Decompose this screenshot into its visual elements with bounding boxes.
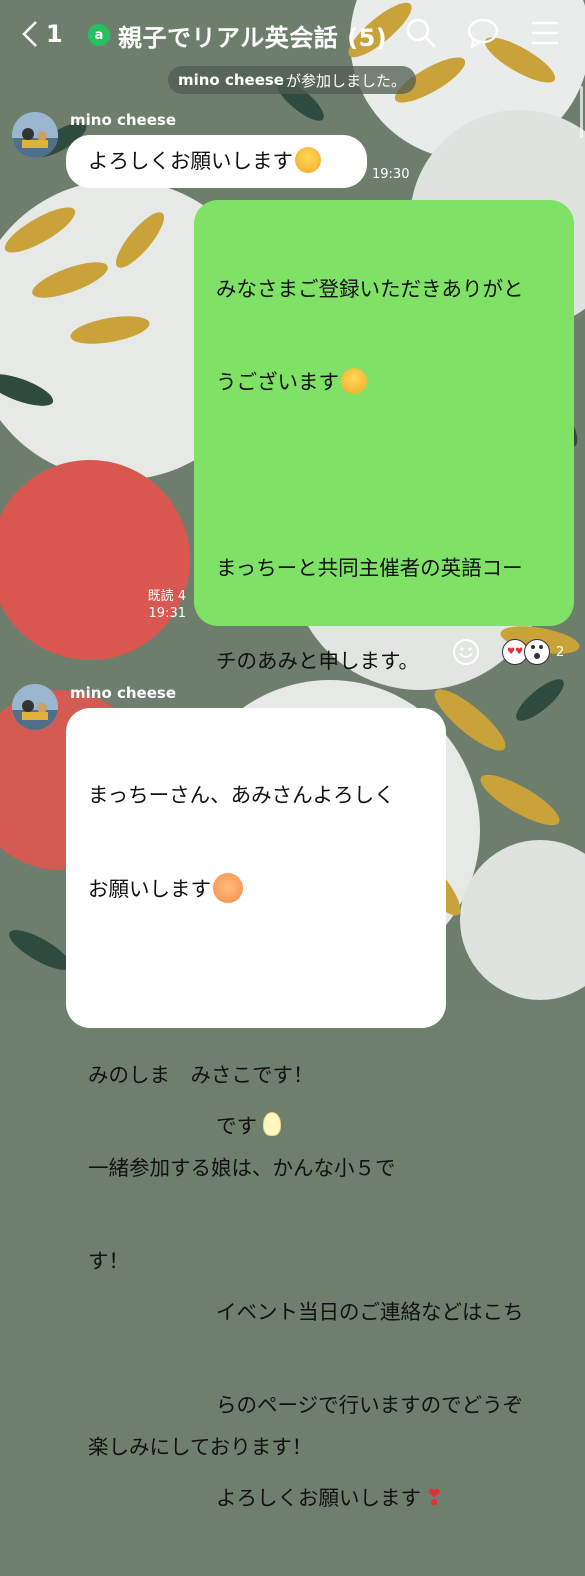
avatar[interactable] [12, 112, 58, 158]
system-message-text: が参加しました。 [285, 71, 406, 90]
system-message: mino cheese が参加しました。 [168, 66, 416, 94]
call-chat-icon[interactable] [466, 16, 500, 50]
chat-title-area[interactable]: a 親子でリアル英会話 (5) [88, 18, 387, 52]
message-line: うございます [216, 367, 524, 398]
message-line: 楽しみにしております！ [88, 1435, 313, 1459]
message-text: よろしくお願いします [88, 149, 293, 173]
avatar-photo [12, 112, 58, 158]
reaction-count: 2 [556, 644, 565, 660]
reactions-summary[interactable]: ♥♥ 2 [502, 638, 564, 666]
unread-count: 1 [46, 20, 63, 48]
add-reaction-icon[interactable] [452, 638, 480, 666]
sender-name: mino cheese [70, 111, 176, 129]
back-button[interactable]: 1 [20, 16, 70, 52]
message-line: お願いします [88, 873, 396, 905]
chat-header: 1 a 親子でリアル英会話 (5) [0, 0, 585, 68]
message-line: まっちーと共同主催者の英語コー [216, 556, 523, 580]
chat-title: 親子でリアル英会話 (5) [118, 23, 388, 52]
scrollbar[interactable] [580, 86, 583, 138]
search-icon[interactable] [404, 16, 438, 50]
message-line: 一緒参加する娘は、かんな小５で [88, 1156, 396, 1180]
message-time: 19:30 [372, 167, 410, 182]
message-line: す！ [88, 1249, 129, 1273]
chevron-left-icon [22, 21, 37, 47]
avatar-photo [12, 684, 58, 730]
message-time: 19:31 [148, 606, 186, 621]
message-bubble[interactable]: よろしくお願いします [66, 135, 367, 188]
message-meta: 既読 4 19:31 [130, 588, 186, 622]
message-bubble[interactable]: まっちーさん、あみさんよろしく お願いします みのしま みさこです！ 一緒参加す… [66, 708, 446, 1459]
sender-name: mino cheese [70, 684, 176, 702]
message-line: みのしま みさこです！ [88, 1063, 314, 1087]
message-body: まっちーさん、あみさんよろしく お願いします みのしま みさこです！ 一緒参加す… [88, 718, 396, 1525]
message-line: まっちーさん、あみさんよろしく [88, 783, 395, 807]
message-line: みなさまご登録いただきありがと [216, 277, 524, 301]
blush-emoji-icon [213, 873, 243, 903]
menu-icon[interactable] [528, 16, 562, 50]
group-icon: a [88, 24, 110, 46]
read-receipt: 既読 4 [147, 589, 186, 604]
surprised-reaction-icon [524, 639, 550, 665]
message-bubble-own[interactable]: みなさまご登録いただきありがと うございます まっちーと共同主催者の英語コー チ… [194, 200, 574, 1511]
avatar[interactable] [12, 684, 58, 730]
heart-exclamation-icon: ❣ [425, 1486, 444, 1511]
smile-emoji-icon [295, 147, 321, 173]
smile-emoji-icon [341, 368, 367, 394]
system-message-user: mino cheese [177, 71, 284, 89]
